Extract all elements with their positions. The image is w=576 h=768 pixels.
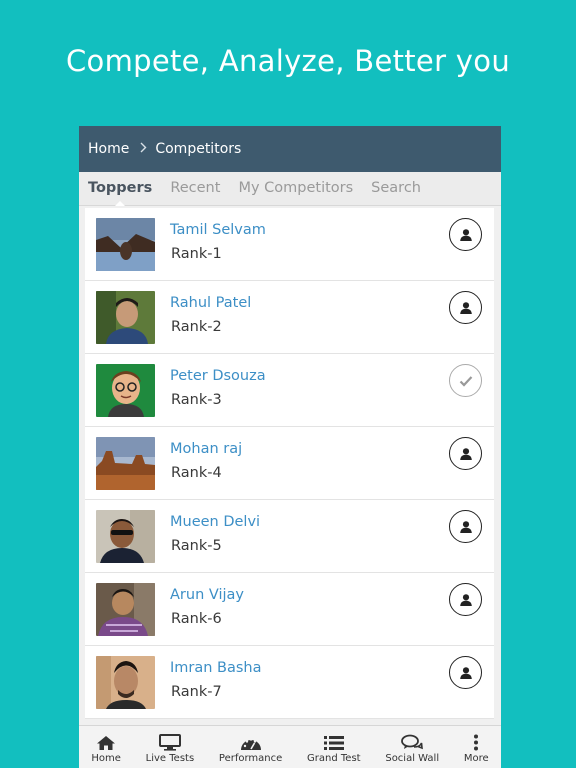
- competitor-name[interactable]: Arun Vijay: [170, 587, 244, 603]
- nav-more[interactable]: More: [451, 726, 501, 768]
- user-icon: [459, 520, 472, 533]
- check-icon: [459, 375, 472, 387]
- avatar: [96, 437, 155, 490]
- nav-label: More: [463, 753, 489, 764]
- user-icon: [459, 228, 472, 241]
- competitor-rank: Rank-7: [171, 684, 222, 700]
- tab-search[interactable]: Search: [362, 180, 430, 205]
- chat-icon: [401, 734, 424, 750]
- avatar: [96, 291, 155, 344]
- chevron-right-icon: [140, 142, 147, 157]
- tab-my-competitors[interactable]: My Competitors: [229, 180, 362, 205]
- competitor-name[interactable]: Mohan raj: [170, 441, 242, 457]
- nav-label: Home: [91, 753, 121, 764]
- tab-bar: Toppers Recent My Competitors Search: [79, 172, 501, 206]
- competitor-added-button[interactable]: [449, 364, 482, 397]
- app-screen: Home Competitors Toppers Recent My Compe…: [79, 126, 501, 768]
- competitor-list: Tamil Selvam Rank-1 Rahul Patel Rank-2 P…: [85, 208, 494, 719]
- list-item[interactable]: Tamil Selvam Rank-1: [85, 208, 494, 281]
- add-competitor-button[interactable]: [449, 656, 482, 689]
- competitor-rank: Rank-2: [171, 319, 222, 335]
- list-item[interactable]: Mueen Delvi Rank-5: [85, 500, 494, 573]
- list-item[interactable]: Arun Vijay Rank-6: [85, 573, 494, 646]
- list-item[interactable]: Peter Dsouza Rank-3: [85, 354, 494, 427]
- competitor-name[interactable]: Rahul Patel: [170, 295, 251, 311]
- competitor-name[interactable]: Tamil Selvam: [170, 222, 266, 238]
- user-icon: [459, 301, 472, 314]
- avatar: [96, 583, 155, 636]
- bottom-nav: Home Live Tests Performance Grand Test S…: [79, 725, 501, 768]
- breadcrumb-home[interactable]: Home: [88, 141, 129, 157]
- add-competitor-button[interactable]: [449, 583, 482, 616]
- competitor-rank: Rank-6: [171, 611, 222, 627]
- nav-performance[interactable]: Performance: [207, 726, 295, 768]
- breadcrumb-current: Competitors: [155, 141, 242, 157]
- competitor-name[interactable]: Imran Basha: [170, 660, 262, 676]
- nav-label: Live Tests: [145, 753, 195, 764]
- competitor-name[interactable]: Mueen Delvi: [170, 514, 260, 530]
- avatar: [96, 364, 155, 417]
- nav-social-wall[interactable]: Social Wall: [373, 726, 452, 768]
- nav-label: Performance: [218, 753, 283, 764]
- gauge-icon: [240, 738, 261, 750]
- list-item[interactable]: Mohan raj Rank-4: [85, 427, 494, 500]
- competitor-rank: Rank-5: [171, 538, 222, 554]
- avatar: [96, 510, 155, 563]
- competitor-rank: Rank-4: [171, 465, 222, 481]
- list-item[interactable]: Imran Basha Rank-7: [85, 646, 494, 719]
- headline: Compete, Analyze, Better you: [66, 44, 510, 78]
- add-competitor-button[interactable]: [449, 437, 482, 470]
- tab-toppers[interactable]: Toppers: [79, 180, 161, 206]
- more-vertical-icon: [474, 734, 479, 751]
- competitor-rank: Rank-1: [171, 246, 222, 262]
- nav-live-tests[interactable]: Live Tests: [133, 726, 206, 768]
- add-competitor-button[interactable]: [449, 218, 482, 251]
- breadcrumb: Home Competitors: [79, 126, 501, 172]
- monitor-icon: [158, 734, 181, 751]
- user-icon: [459, 593, 472, 606]
- list-icon: [323, 736, 344, 750]
- nav-label: Social Wall: [385, 753, 440, 764]
- nav-home[interactable]: Home: [79, 726, 133, 768]
- home-icon: [97, 736, 116, 750]
- competitor-rank: Rank-3: [171, 392, 222, 408]
- competitor-name[interactable]: Peter Dsouza: [170, 368, 266, 384]
- add-competitor-button[interactable]: [449, 510, 482, 543]
- user-icon: [459, 447, 472, 460]
- nav-label: Grand Test: [307, 753, 361, 764]
- user-icon: [459, 666, 472, 679]
- nav-grand-test[interactable]: Grand Test: [295, 726, 373, 768]
- avatar: [96, 656, 155, 709]
- add-competitor-button[interactable]: [449, 291, 482, 324]
- list-item[interactable]: Rahul Patel Rank-2: [85, 281, 494, 354]
- avatar: [96, 218, 155, 271]
- tab-recent[interactable]: Recent: [161, 180, 229, 205]
